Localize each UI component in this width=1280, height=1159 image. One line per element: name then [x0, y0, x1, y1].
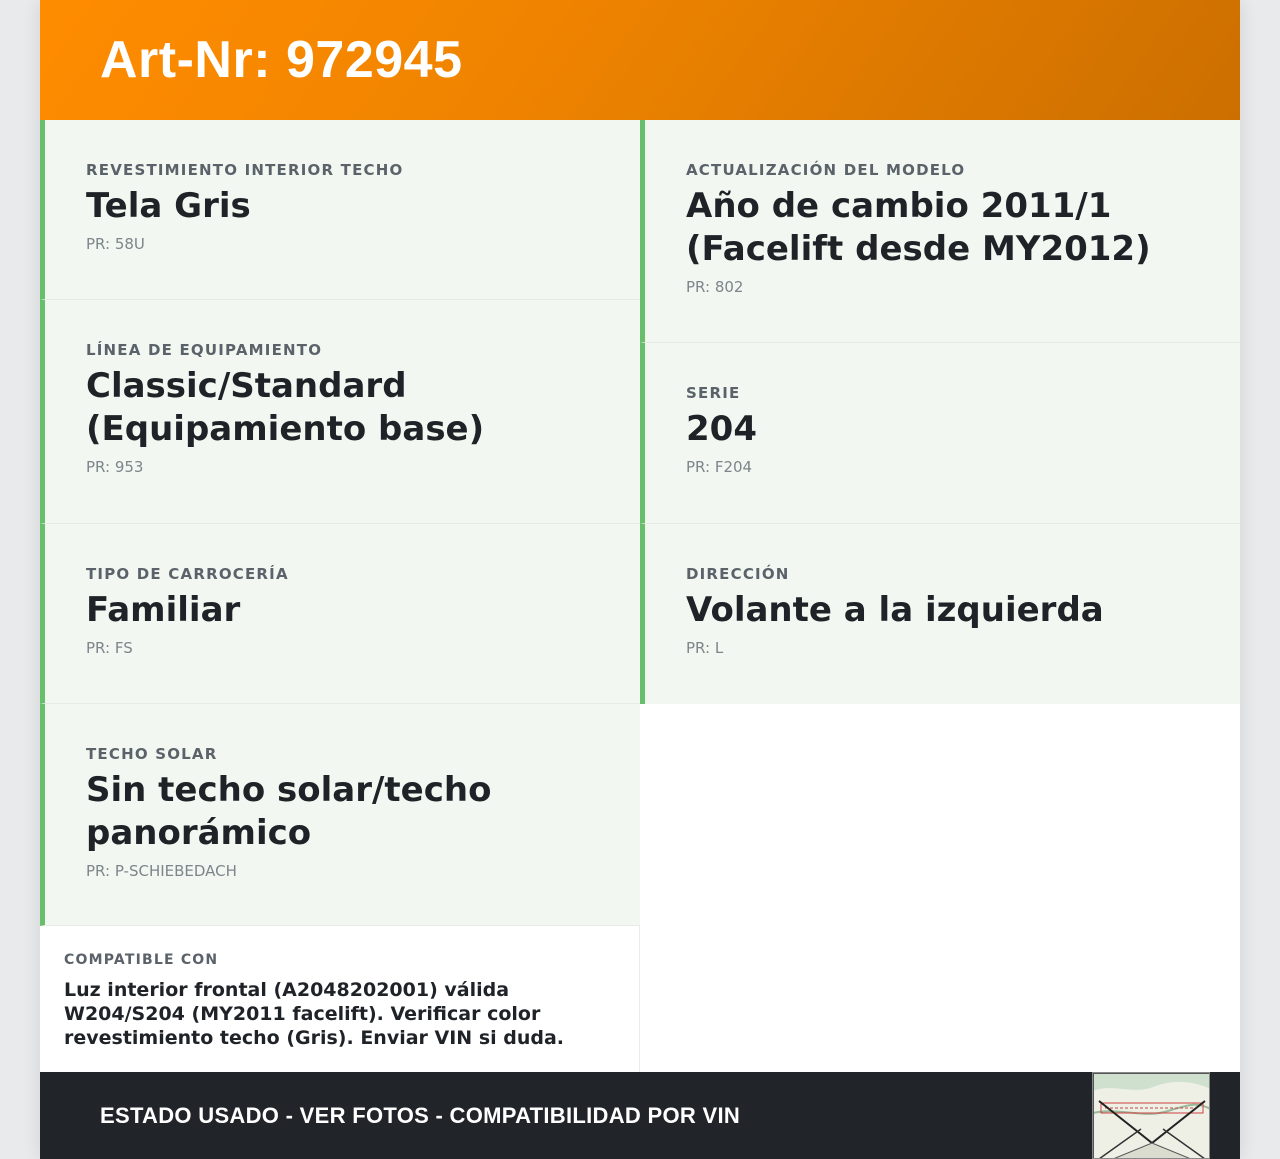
spec-label: Línea de equipamiento — [86, 341, 323, 359]
spec-code: PR: FS — [86, 639, 133, 657]
condition-status: ESTADO USADO - VER FOTOS - COMPATIBILIDA… — [100, 1102, 741, 1128]
spec-value: Sin techo solar/techo panorámico — [86, 770, 492, 853]
spec-label: Actualización del modelo — [686, 161, 966, 179]
spec-code: PR: 953 — [86, 458, 144, 476]
spec-cell-equipment-line: Línea de equipamiento Classic/Standard (… — [40, 300, 640, 524]
vehicle-document-thumbnail[interactable] — [1092, 1072, 1210, 1159]
spec-value: Familiar — [86, 590, 241, 630]
spec-cell-model-update: Actualización del modelo Año de cambio 2… — [640, 120, 1240, 343]
spec-label: Tipo de carrocería — [86, 565, 289, 583]
spec-cell-sunroof: Techo solar Sin techo solar/techo panorá… — [40, 704, 640, 926]
compatibility-text: Luz interior frontal (A2048202001) válid… — [64, 979, 565, 1049]
spec-label: Revestimiento interior techo — [86, 161, 404, 179]
spec-cell-steering: Dirección Volante a la izquierda PR: L — [640, 524, 1240, 704]
spec-column-right: Actualización del modelo Año de cambio 2… — [640, 120, 1240, 704]
footer-bar: ESTADO USADO - VER FOTOS - COMPATIBILIDA… — [40, 1072, 1240, 1159]
spec-cell-body-type: Tipo de carrocería Familiar PR: FS — [40, 524, 640, 704]
article-number-title: Art-Nr: 972945 — [100, 31, 463, 89]
spec-value: Volante a la izquierda — [686, 590, 1104, 630]
spec-code: PR: F204 — [686, 458, 753, 476]
spec-code: PR: 802 — [686, 278, 744, 296]
spec-column-left: Revestimiento interior techo Tela Gris P… — [40, 120, 640, 926]
document-image — [1093, 1073, 1209, 1158]
spec-value: Tela Gris — [86, 186, 251, 226]
header-banner: Art-Nr: 972945 — [40, 0, 1240, 120]
spec-code: PR: L — [686, 639, 724, 657]
spec-label: Techo solar — [86, 745, 218, 763]
spec-code: PR: 58U — [86, 235, 145, 253]
spec-grid: Revestimiento interior techo Tela Gris P… — [40, 120, 1240, 1072]
spec-value: Classic/Standard (Equipamiento base) — [86, 366, 485, 449]
spec-cell-series: Serie 204 PR: F204 — [640, 343, 1240, 524]
spec-value: Año de cambio 2011/1 (Facelift desde MY2… — [686, 186, 1151, 269]
spec-label: Serie — [686, 384, 741, 402]
spec-code: PR: P-SCHIEBEDACH — [86, 862, 237, 880]
compatibility-label: COMPATIBLE CON — [64, 952, 219, 968]
spec-label: Dirección — [686, 565, 790, 583]
compatibility-note: COMPATIBLE CON Luz interior frontal (A20… — [40, 926, 640, 1072]
spec-value: 204 — [686, 409, 757, 449]
product-card: Art-Nr: 972945 Revestimiento interior te… — [40, 0, 1240, 1159]
spec-cell-roof-lining: Revestimiento interior techo Tela Gris P… — [40, 120, 640, 300]
